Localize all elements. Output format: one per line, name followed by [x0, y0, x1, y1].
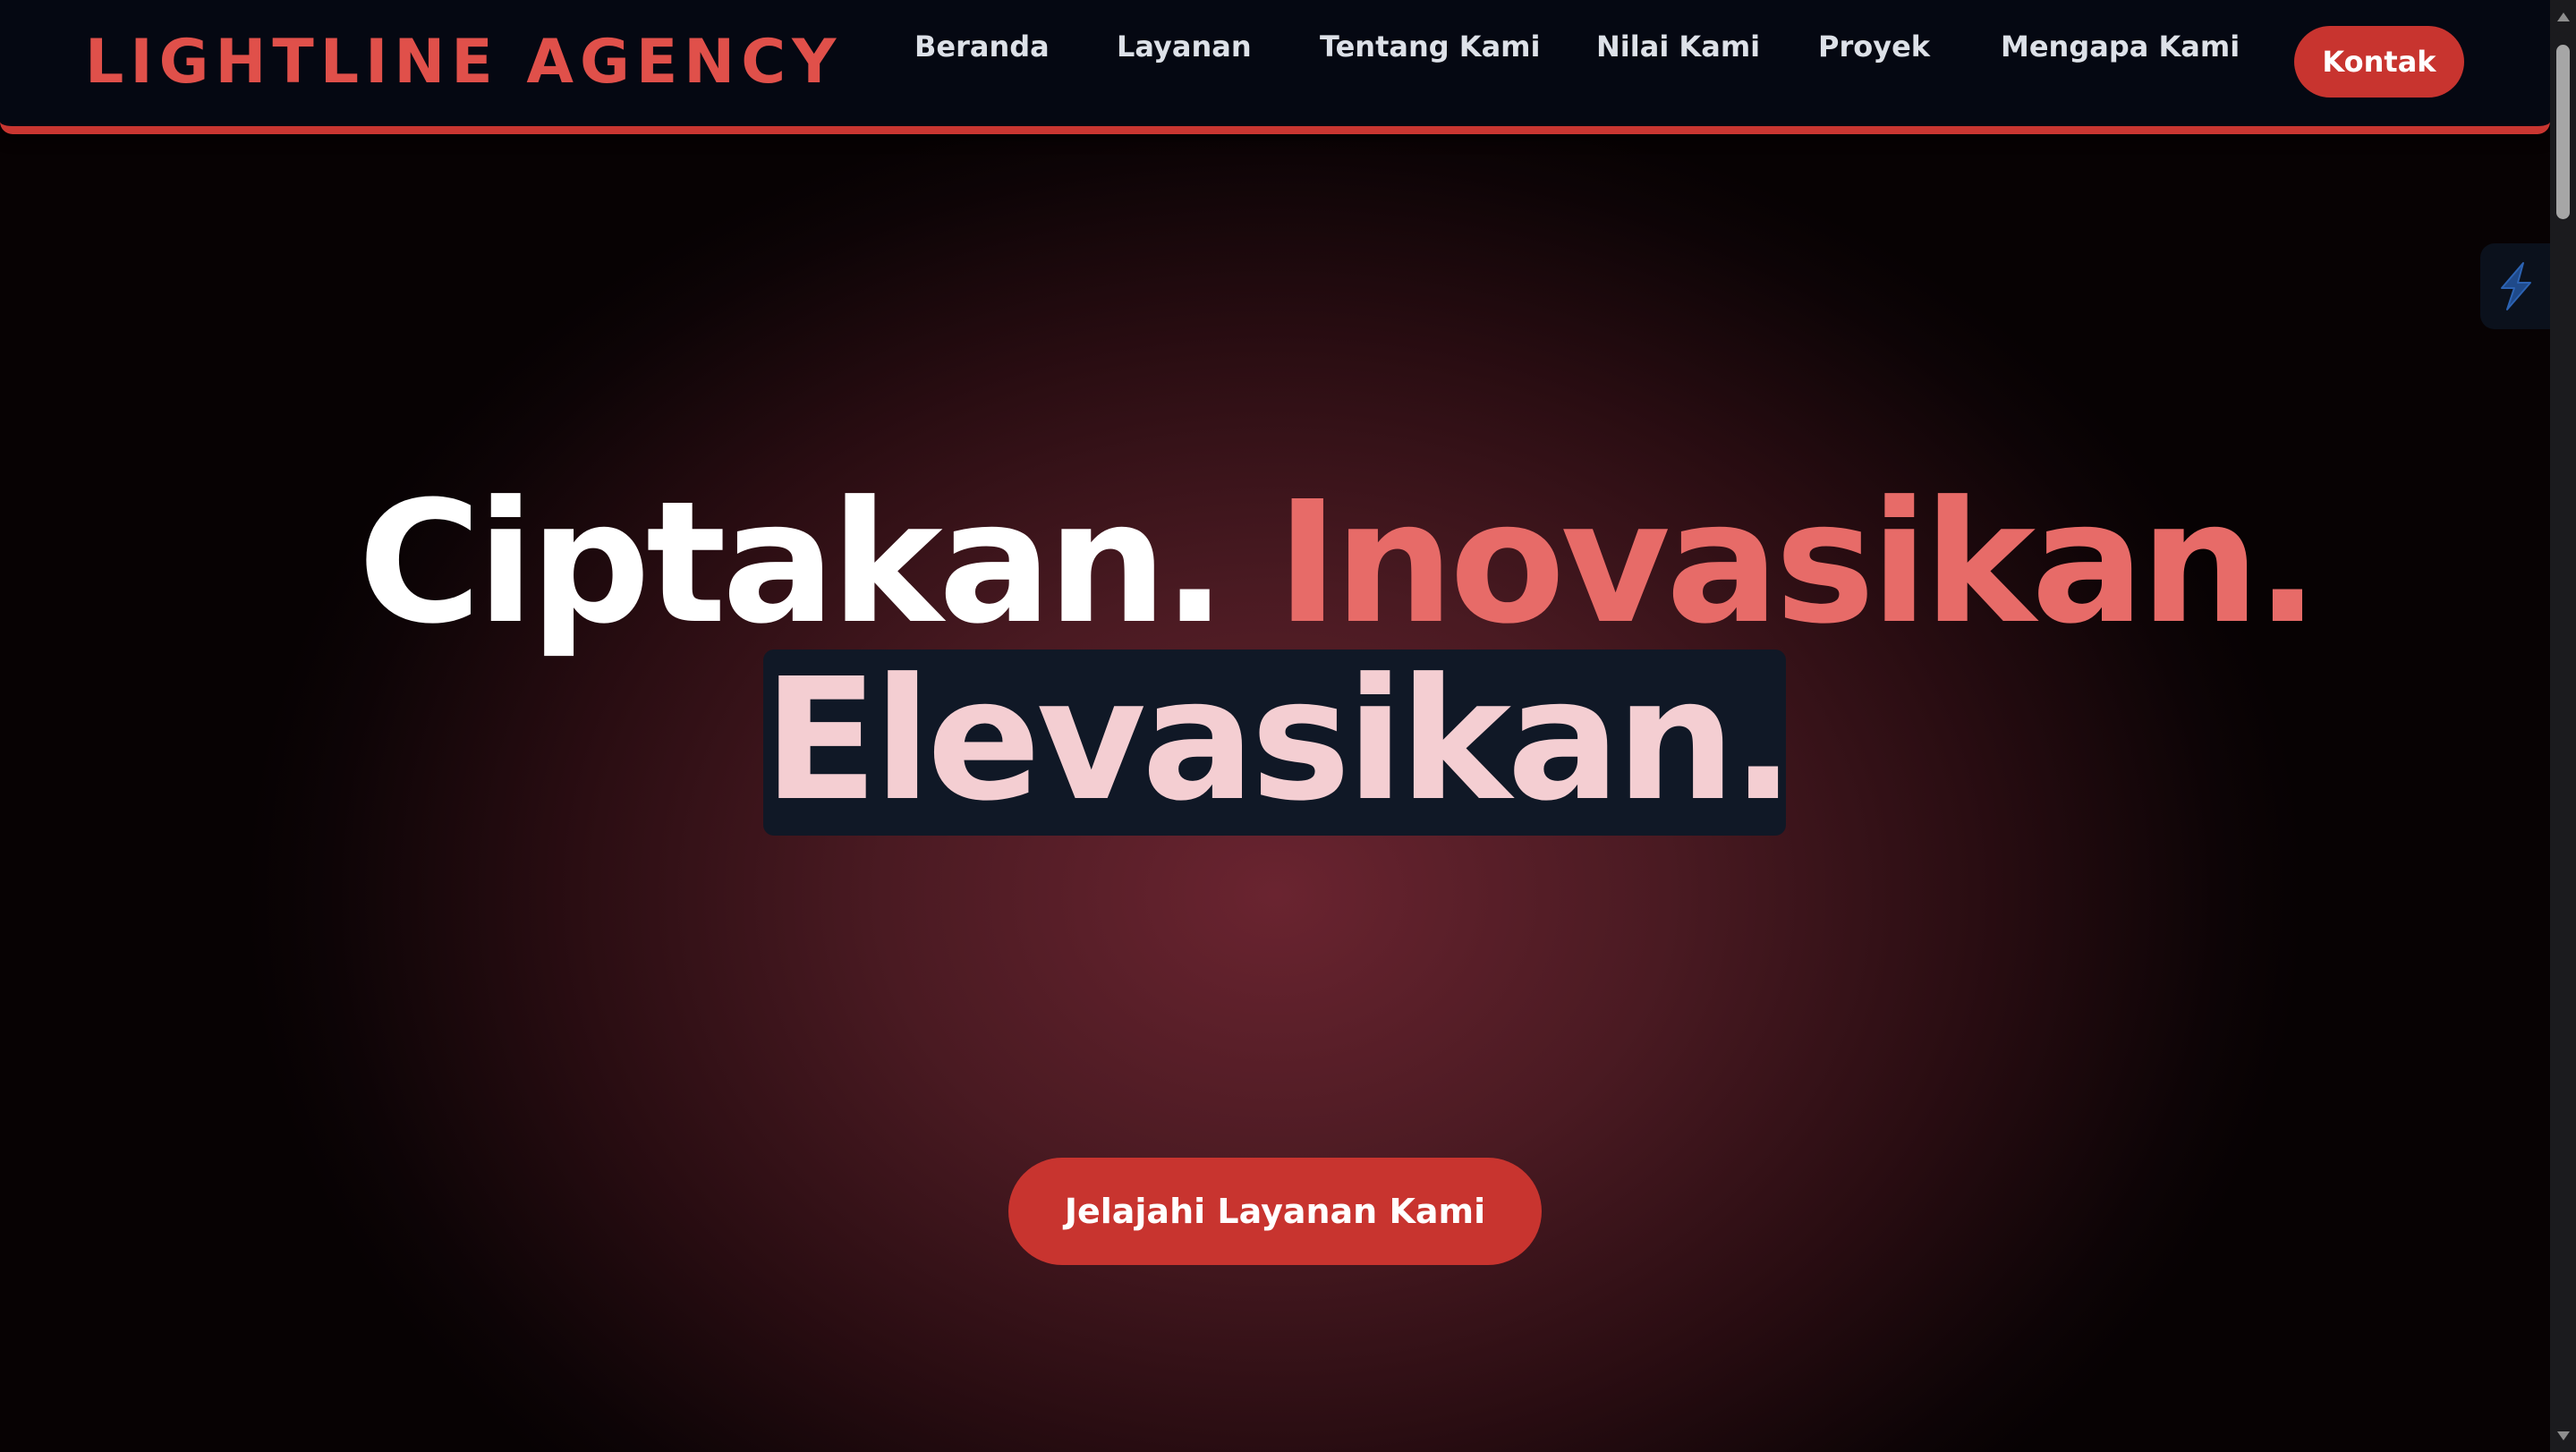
hero-headline-line-1: Ciptakan. Inovasikan.	[358, 465, 2319, 662]
nav-link-proyek[interactable]: Proyek	[1818, 29, 1930, 64]
nav-link-beranda[interactable]: Beranda	[914, 29, 1050, 64]
vertical-scrollbar[interactable]	[2550, 0, 2576, 1452]
nav-link-tentang-kami[interactable]: Tentang Kami	[1320, 29, 1540, 64]
lightning-bolt-icon	[2501, 262, 2531, 310]
nav-link-nilai-kami[interactable]: Nilai Kami	[1596, 29, 1760, 64]
hero-word-inovasikan: Inovasikan.	[1276, 465, 2319, 661]
contact-button[interactable]: Kontak	[2294, 26, 2464, 98]
top-navbar: LIGHTLINE AGENCY Beranda Layanan Tentang…	[0, 0, 2550, 134]
extension-widget[interactable]	[2480, 243, 2550, 329]
explore-services-button[interactable]: Jelajahi Layanan Kami	[1008, 1158, 1542, 1265]
hero-word-elevasikan: Elevasikan.	[763, 642, 1795, 838]
scroll-up-arrow-icon[interactable]	[2557, 13, 2570, 21]
page: LIGHTLINE AGENCY Beranda Layanan Tentang…	[0, 0, 2576, 1452]
nav-link-mengapa-kami[interactable]: Mengapa Kami	[2001, 29, 2240, 64]
scroll-down-arrow-icon[interactable]	[2557, 1431, 2570, 1440]
scrollbar-thumb[interactable]	[2556, 45, 2570, 219]
brand-logo[interactable]: LIGHTLINE AGENCY	[85, 27, 842, 98]
nav-link-layanan[interactable]: Layanan	[1117, 29, 1252, 64]
hero-word-ciptakan: Ciptakan.	[358, 465, 1227, 661]
